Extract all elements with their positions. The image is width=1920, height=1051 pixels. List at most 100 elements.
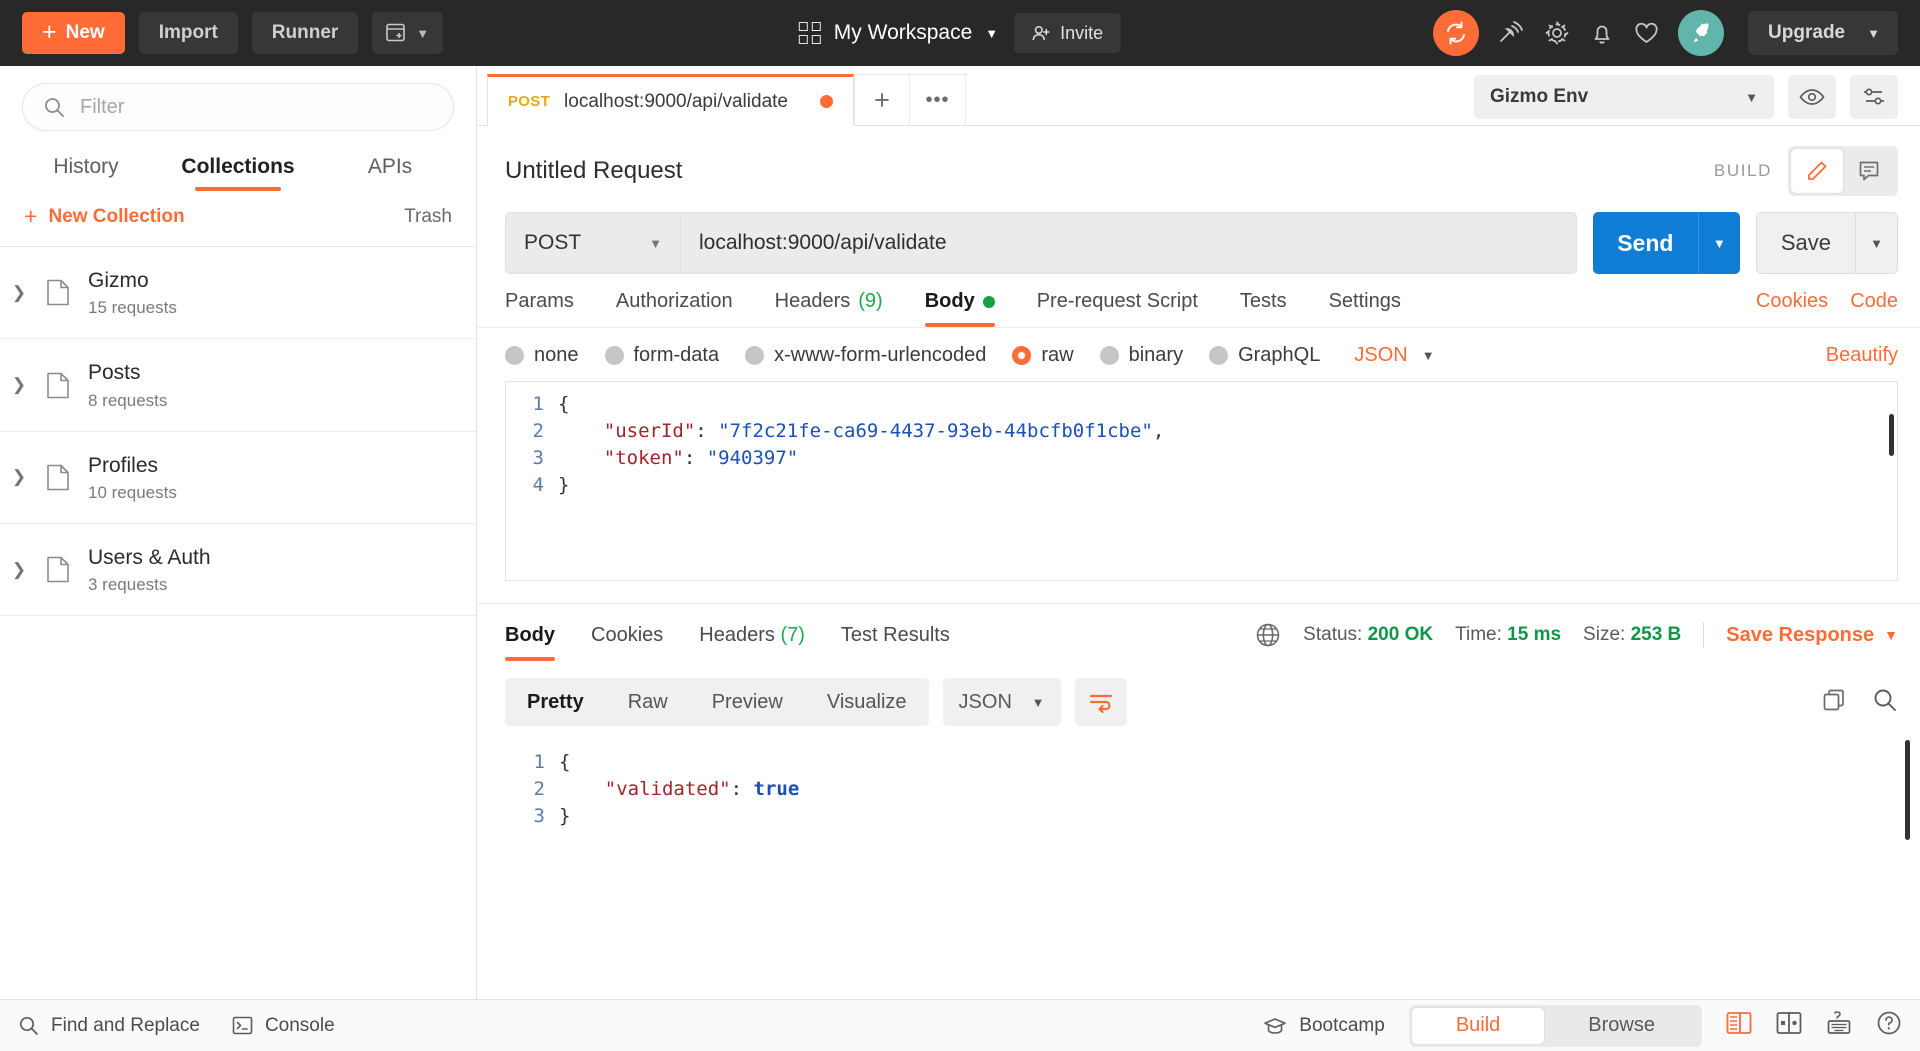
collection-request-count: 3 requests <box>88 575 168 595</box>
new-collection-button[interactable]: + New Collection <box>24 205 185 228</box>
invite-button[interactable]: Invite <box>1014 13 1122 53</box>
status-label: Status: <box>1303 624 1363 645</box>
manage-environments-button[interactable] <box>1850 75 1898 119</box>
copy-button[interactable] <box>1822 688 1846 717</box>
environment-label: Gizmo Env <box>1490 86 1589 107</box>
view-visualize-button[interactable]: Visualize <box>805 678 929 726</box>
tab-headers[interactable]: Headers (9) <box>775 290 883 327</box>
raw-format-selector[interactable]: JSON ▼ <box>1354 344 1434 367</box>
collection-request-count: 8 requests <box>88 390 168 410</box>
chevron-right-icon[interactable]: ❯ <box>10 560 28 580</box>
cookies-link[interactable]: Cookies <box>1756 290 1828 313</box>
view-pretty-button[interactable]: Pretty <box>505 678 606 726</box>
keyboard-shortcuts-button[interactable] <box>1826 1011 1852 1040</box>
http-method-selector[interactable]: POST ▼ <box>505 212 680 274</box>
tab-params[interactable]: Params <box>505 290 574 327</box>
help-button[interactable] <box>1876 1010 1902 1041</box>
tab-pre-request-script[interactable]: Pre-request Script <box>1037 290 1198 327</box>
edit-mode-button[interactable] <box>1791 149 1843 193</box>
response-tab-test-results[interactable]: Test Results <box>841 624 950 661</box>
environment-quick-look-button[interactable] <box>1788 75 1836 119</box>
body-type-label: form-data <box>633 344 720 366</box>
console-button[interactable]: Console <box>232 1015 335 1037</box>
sidebar-tab-apis[interactable]: APIs <box>314 141 466 191</box>
find-and-replace-button[interactable]: Find and Replace <box>18 1015 200 1037</box>
request-body-editor[interactable]: 1 2 3 4 { "userId": "7f2c21fe-ca69-4437-… <box>505 381 1898 581</box>
collection-row[interactable]: ❯ Gizmo 15 requests <box>0 247 476 340</box>
view-label: Pretty <box>527 690 584 713</box>
code-line: { <box>559 751 571 773</box>
browse-mode-button[interactable]: Browse <box>1544 1008 1699 1044</box>
code-link[interactable]: Code <box>1850 290 1898 313</box>
send-options-button[interactable]: ▼ <box>1697 212 1740 274</box>
save-response-button[interactable]: Save Response ▼ <box>1726 624 1898 647</box>
save-options-button[interactable]: ▼ <box>1856 212 1898 274</box>
filter-placeholder: Filter <box>80 95 125 118</box>
bootcamp-button[interactable]: Bootcamp <box>1263 1015 1385 1037</box>
request-tab-strip: POST localhost:9000/api/validate + ••• G… <box>477 66 1920 126</box>
wrap-lines-button[interactable] <box>1074 678 1127 726</box>
response-tab-headers[interactable]: Headers (7) <box>699 624 805 661</box>
comment-mode-button[interactable] <box>1843 149 1895 193</box>
save-button[interactable]: Save <box>1755 212 1856 274</box>
save-response-label: Save Response <box>1726 623 1875 646</box>
copy-icon <box>1823 689 1844 710</box>
body-type-form-data[interactable]: form-data <box>604 344 720 367</box>
response-body-viewer[interactable]: 1 2 3 { "validated": true} <box>477 726 1920 999</box>
notifications-button[interactable] <box>1589 20 1615 46</box>
sidebar-tab-collections[interactable]: Collections <box>162 141 314 191</box>
import-button[interactable]: Import <box>138 12 238 54</box>
new-button[interactable]: + New <box>22 12 125 54</box>
body-type-none[interactable]: none <box>505 344 579 367</box>
workspace-selector[interactable]: My Workspace ▼ <box>798 21 998 45</box>
tab-tests[interactable]: Tests <box>1240 290 1287 327</box>
view-preview-button[interactable]: Preview <box>690 678 805 726</box>
request-body-code[interactable]: { "userId": "7f2c21fe-ca69-4437-93eb-44b… <box>558 382 1897 580</box>
search-response-button[interactable] <box>1872 687 1898 718</box>
tab-options-button[interactable]: ••• <box>909 74 966 126</box>
body-type-urlencoded[interactable]: x-www-form-urlencoded <box>745 344 986 367</box>
editor-scrollbar[interactable] <box>1889 414 1894 456</box>
divider <box>1703 622 1705 648</box>
runner-button[interactable]: Runner <box>251 12 359 54</box>
settings-button[interactable] <box>1543 19 1571 47</box>
add-tab-button[interactable]: + <box>853 74 910 126</box>
tab-label: Tests <box>1239 290 1287 312</box>
split-layout-button[interactable] <box>1776 1011 1802 1040</box>
chevron-right-icon[interactable]: ❯ <box>10 375 28 395</box>
body-type-graphql[interactable]: GraphQL <box>1209 344 1320 367</box>
upgrade-button[interactable]: Upgrade ▼ <box>1748 11 1898 55</box>
body-type-binary[interactable]: binary <box>1099 344 1183 367</box>
sync-button[interactable] <box>1433 10 1480 56</box>
rocket-button[interactable] <box>1678 10 1725 56</box>
two-pane-layout-button[interactable] <box>1726 1011 1752 1040</box>
chevron-right-icon[interactable]: ❯ <box>10 467 28 487</box>
request-body-gutter: 1 2 3 4 <box>506 382 558 580</box>
response-format-selector[interactable]: JSON ▼ <box>942 678 1061 726</box>
response-tab-body[interactable]: Body <box>505 624 555 661</box>
globe-icon <box>1256 623 1280 647</box>
tab-authorization[interactable]: Authorization <box>616 290 733 327</box>
build-mode-button[interactable]: Build <box>1411 1007 1545 1044</box>
favorites-button[interactable] <box>1633 20 1660 47</box>
request-tab[interactable]: POST localhost:9000/api/validate <box>487 74 854 126</box>
trash-button[interactable]: Trash <box>404 206 452 228</box>
sidebar-tab-history[interactable]: History <box>10 141 162 191</box>
beautify-button[interactable]: Beautify <box>1826 344 1898 367</box>
filter-input[interactable]: Filter <box>22 83 454 131</box>
tab-body[interactable]: Body <box>924 290 995 327</box>
environment-selector[interactable]: Gizmo Env ▼ <box>1474 75 1774 119</box>
satellite-button[interactable] <box>1497 19 1525 47</box>
view-raw-button[interactable]: Raw <box>606 678 690 726</box>
chevron-right-icon[interactable]: ❯ <box>10 283 28 303</box>
collection-row[interactable]: ❯ Users & Auth 3 requests <box>0 524 476 617</box>
send-button[interactable]: Send <box>1592 212 1698 274</box>
body-type-raw[interactable]: raw <box>1012 344 1074 367</box>
collection-row[interactable]: ❯ Posts 8 requests <box>0 339 476 432</box>
tab-settings[interactable]: Settings <box>1329 290 1401 327</box>
response-scrollbar[interactable] <box>1905 740 1910 840</box>
url-input[interactable]: localhost:9000/api/validate <box>680 212 1577 274</box>
response-tab-cookies[interactable]: Cookies <box>591 624 663 661</box>
collection-row[interactable]: ❯ Profiles 10 requests <box>0 432 476 525</box>
new-window-button[interactable]: ▼ <box>372 12 444 54</box>
